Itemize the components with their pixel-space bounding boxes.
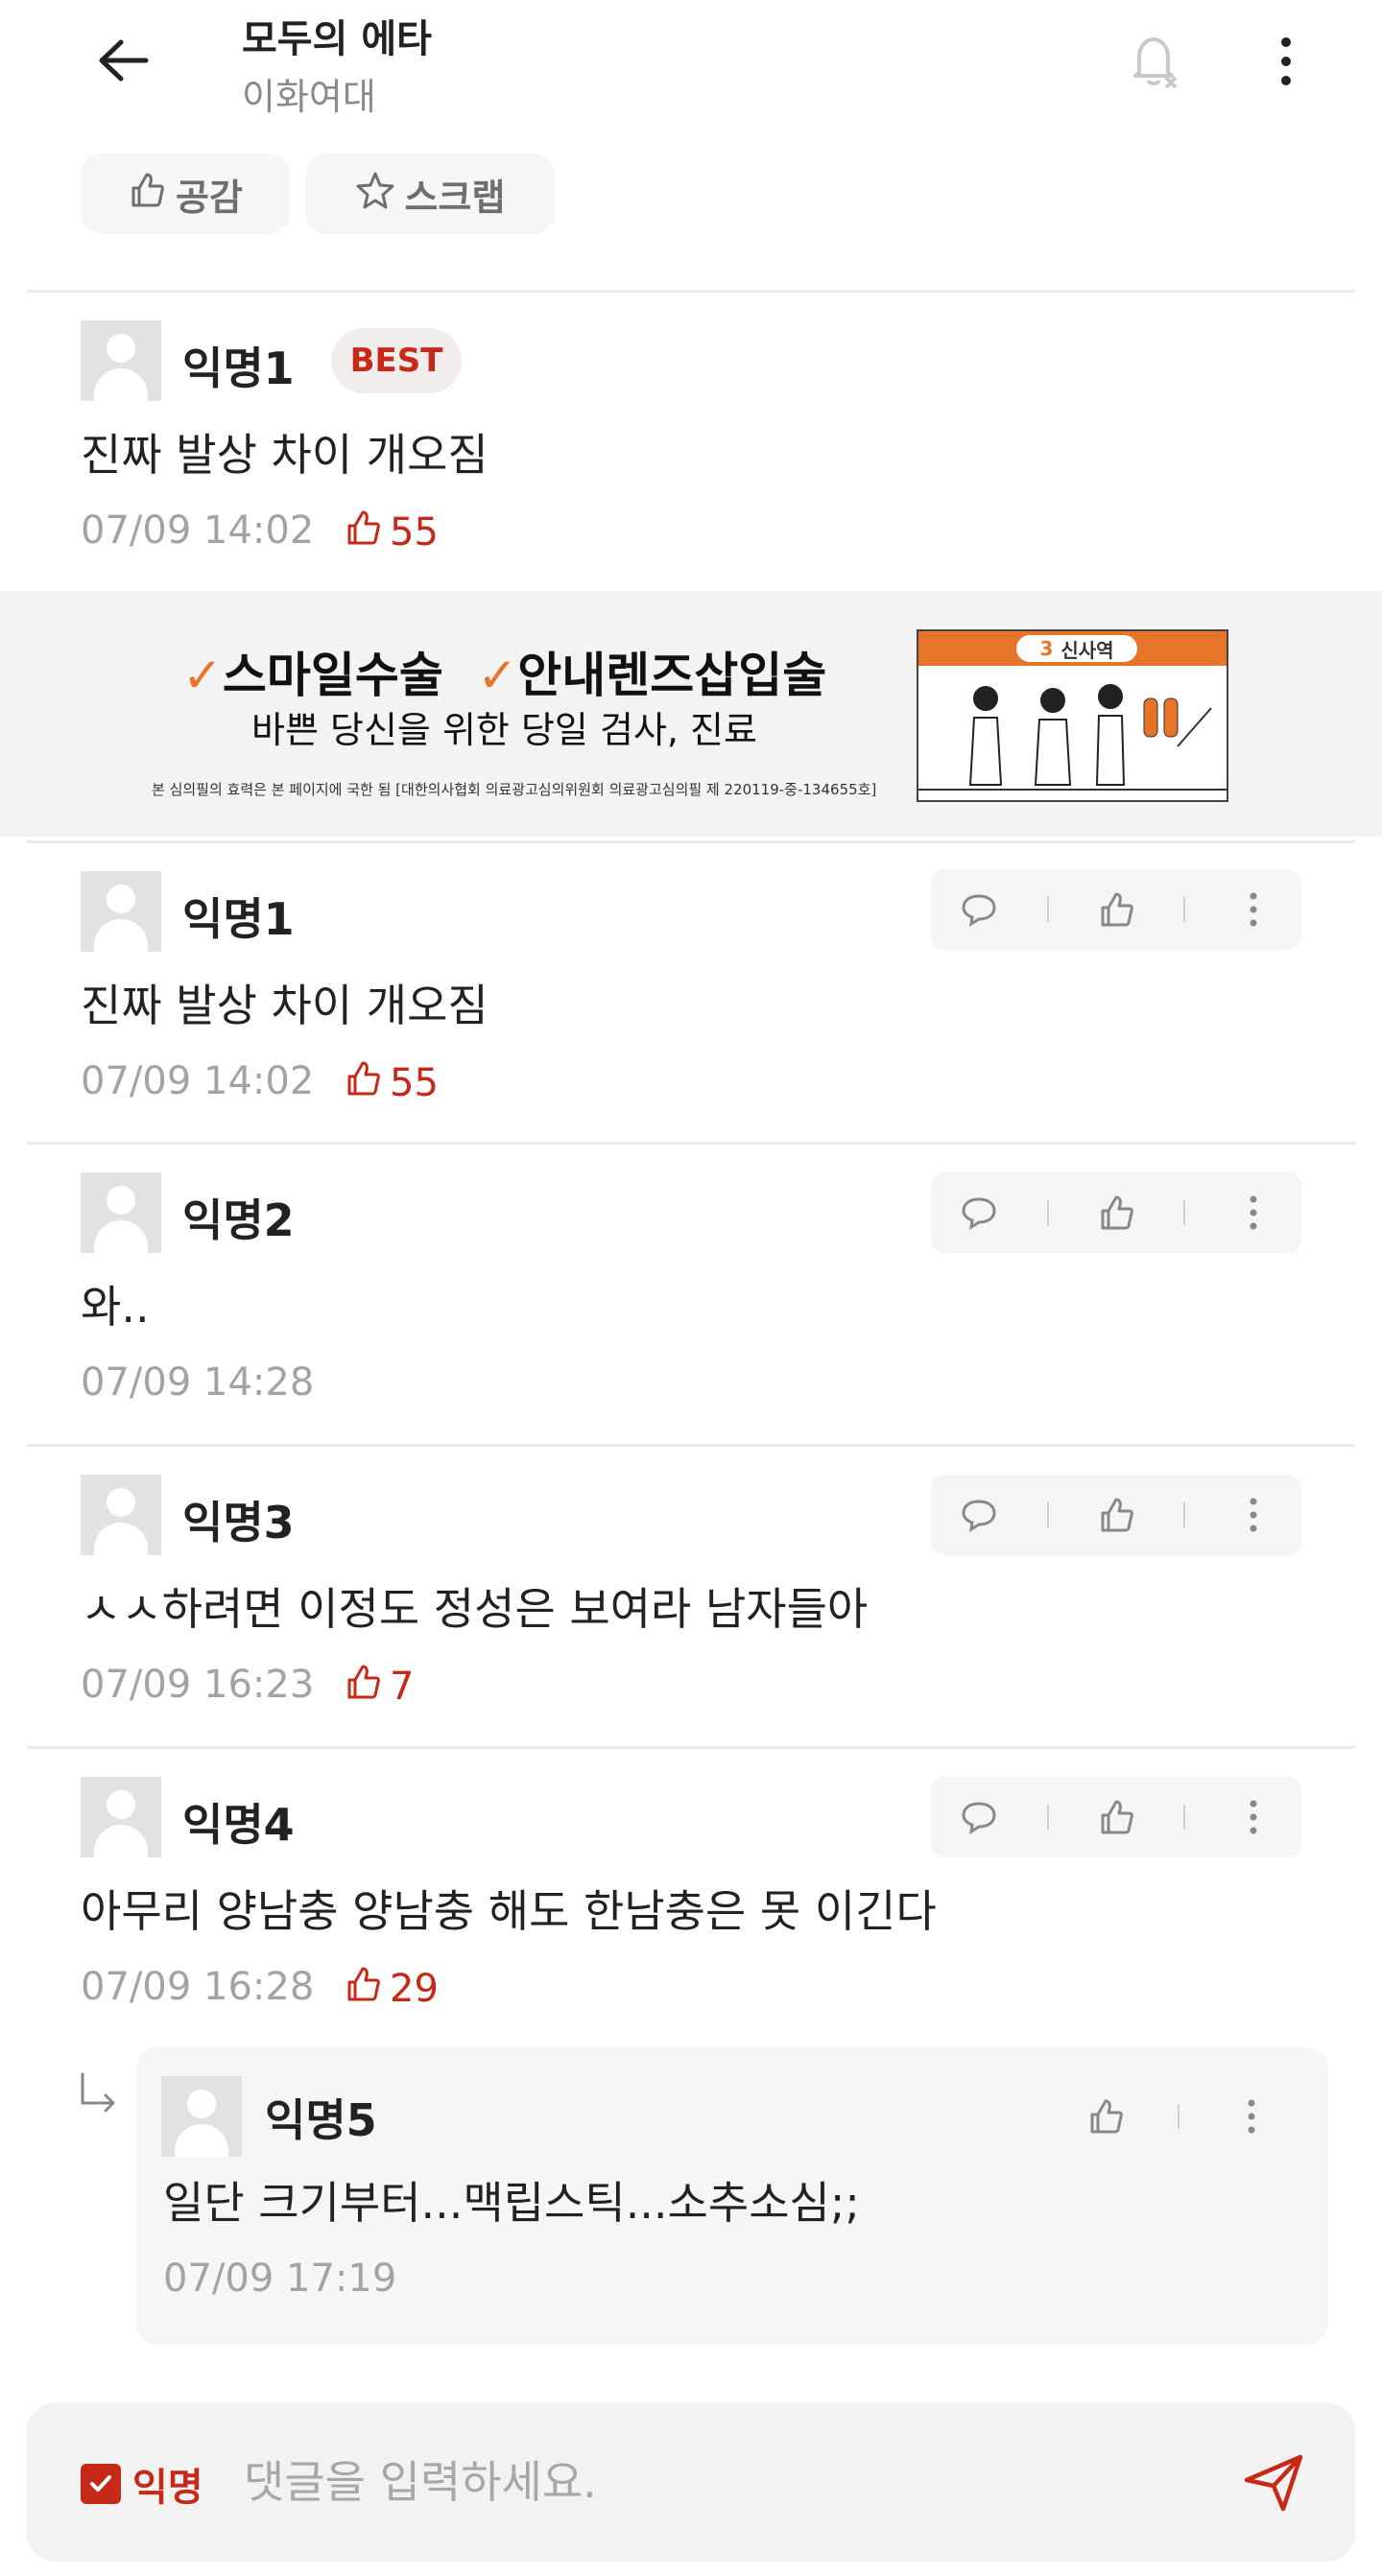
thumbs-up-icon	[344, 508, 382, 556]
thumbs-up-icon[interactable]	[1087, 1184, 1145, 1241]
comment-time: 07/09 16:28	[81, 1965, 315, 2009]
post-like-button[interactable]: 공감	[81, 154, 290, 234]
like-count: 29	[390, 1967, 439, 2011]
reply-bubble-icon[interactable]	[950, 1184, 1008, 1241]
ad-banner[interactable]: ✓스마일수술 ✓안내렌즈삽입술 바쁜 당신을 위한 당일 검사, 진료 본 심의…	[0, 591, 1382, 837]
comment-actions	[931, 1475, 1301, 1555]
divider	[27, 1142, 1355, 1145]
more-options-icon[interactable]	[1248, 23, 1324, 100]
thumbs-up-icon[interactable]	[1087, 881, 1145, 938]
thumbs-up-icon[interactable]	[1087, 1486, 1145, 1544]
like-count: 55	[390, 1061, 439, 1105]
reply-comment: 익명5 일단 크기부터...맥립스틱...소추소심;; 07/09 17:19	[136, 2047, 1328, 2345]
reply-bubble-icon[interactable]	[950, 881, 1008, 938]
comment-like-count: 7	[344, 1663, 414, 1711]
more-options-icon[interactable]	[1225, 1486, 1282, 1544]
separator	[1177, 2104, 1179, 2129]
more-options-icon[interactable]	[1225, 881, 1282, 938]
comment-time: 07/09 14:02	[81, 1059, 315, 1103]
thumbs-up-icon	[344, 1965, 382, 2013]
comment-actions	[1056, 2076, 1301, 2157]
comment-actions	[931, 869, 1301, 950]
comment-time: 07/09 14:02	[81, 508, 315, 553]
comment-author: 익명1	[182, 893, 295, 945]
more-options-icon[interactable]	[1225, 1184, 1282, 1241]
post-scrap-label: 스크랩	[404, 176, 506, 219]
separator	[1046, 1805, 1049, 1830]
comment-text: 와..	[81, 1281, 150, 1333]
separator	[1046, 1502, 1049, 1527]
thumbs-up-icon[interactable]	[1077, 2088, 1134, 2145]
ad-subline: 바쁜 당신을 위한 당일 검사, 진료	[251, 709, 757, 751]
reply-bubble-icon[interactable]	[950, 1486, 1008, 1544]
best-badge: BEST	[331, 328, 462, 393]
avatar	[81, 320, 161, 401]
send-icon[interactable]	[1236, 2445, 1313, 2521]
notification-off-bell-icon[interactable]	[1115, 23, 1192, 100]
avatar	[81, 1475, 161, 1555]
thumbs-up-icon[interactable]	[1087, 1788, 1145, 1846]
post-like-label: 공감	[176, 176, 243, 219]
divider	[27, 1746, 1355, 1749]
comment-input[interactable]	[244, 2448, 1012, 2516]
comment-author: 익명3	[182, 1497, 295, 1548]
avatar	[161, 2076, 242, 2157]
thumbs-up-icon	[128, 171, 166, 218]
comment-like-count: 29	[344, 1965, 439, 2013]
separator	[1046, 1200, 1049, 1225]
ad-headline-a: 스마일수술	[222, 648, 443, 703]
post-scrap-button[interactable]: 스크랩	[305, 154, 555, 234]
separator	[1046, 897, 1049, 922]
ad-illustration: 3 신사역	[917, 629, 1228, 802]
comment-time: 07/09 17:19	[163, 2257, 397, 2301]
comment-like-count: 55	[344, 508, 439, 556]
like-count: 7	[390, 1665, 415, 1709]
anonymous-label[interactable]: 익명	[132, 2456, 203, 2512]
reply-arrow-icon	[75, 2070, 123, 2122]
comment-text: 진짜 발상 차이 개오짐	[81, 429, 488, 481]
separator	[1183, 1502, 1186, 1527]
comment-actions	[931, 1777, 1301, 1857]
comment-actions	[931, 1172, 1301, 1253]
divider	[27, 290, 1355, 293]
like-count: 55	[390, 510, 439, 555]
comment-time: 07/09 16:23	[81, 1663, 315, 1707]
star-icon	[355, 170, 395, 219]
avatar	[81, 1777, 161, 1857]
comment-like-count: 55	[344, 1059, 439, 1107]
comment-author: 익명1	[182, 343, 295, 394]
comment-author: 익명4	[182, 1799, 295, 1851]
separator	[1183, 1805, 1186, 1830]
more-options-icon[interactable]	[1225, 1788, 1282, 1846]
ad-disclaimer: 본 심의필의 효력은 본 페이지에 국한 됨 [대한의사협회 의료광고심의위원회…	[152, 781, 877, 798]
back-arrow-icon[interactable]	[84, 29, 161, 92]
separator	[1183, 1200, 1186, 1225]
commuters-illustration	[918, 684, 1227, 791]
app-header: 모두의 에타 이화여대	[0, 0, 1382, 144]
reply-bubble-icon[interactable]	[950, 1788, 1008, 1846]
board-title: 모두의 에타	[242, 17, 432, 61]
divider	[27, 1444, 1355, 1447]
divider	[27, 840, 1355, 843]
board-school: 이화여대	[242, 76, 376, 118]
check-icon: ✓	[477, 648, 518, 703]
comment-text: 아무리 양남충 양남충 해도 한남충은 못 이긴다	[81, 1885, 937, 1937]
separator	[1183, 897, 1186, 922]
ad-headline-b: 안내렌즈삽입술	[517, 648, 827, 703]
comment-author: 익명2	[182, 1194, 295, 1246]
comment-text: 일단 크기부터...맥립스틱...소추소심;;	[163, 2177, 860, 2229]
comment-text: 진짜 발상 차이 개오짐	[81, 980, 488, 1031]
ad-headline: ✓스마일수술 ✓안내렌즈삽입술	[182, 637, 826, 706]
avatar	[81, 871, 161, 952]
comment-author: 익명5	[265, 2094, 377, 2146]
thumbs-up-icon	[344, 1059, 382, 1107]
check-icon: ✓	[182, 648, 223, 703]
comment-text: ㅅㅅ하려면 이정도 정성은 보여라 남자들아	[81, 1583, 869, 1635]
more-options-icon[interactable]	[1223, 2088, 1280, 2145]
avatar	[81, 1172, 161, 1253]
comment-time: 07/09 14:28	[81, 1360, 315, 1405]
anonymous-checkbox[interactable]	[81, 2464, 121, 2504]
thumbs-up-icon	[344, 1663, 382, 1711]
comment-input-bar: 익명	[27, 2402, 1355, 2562]
